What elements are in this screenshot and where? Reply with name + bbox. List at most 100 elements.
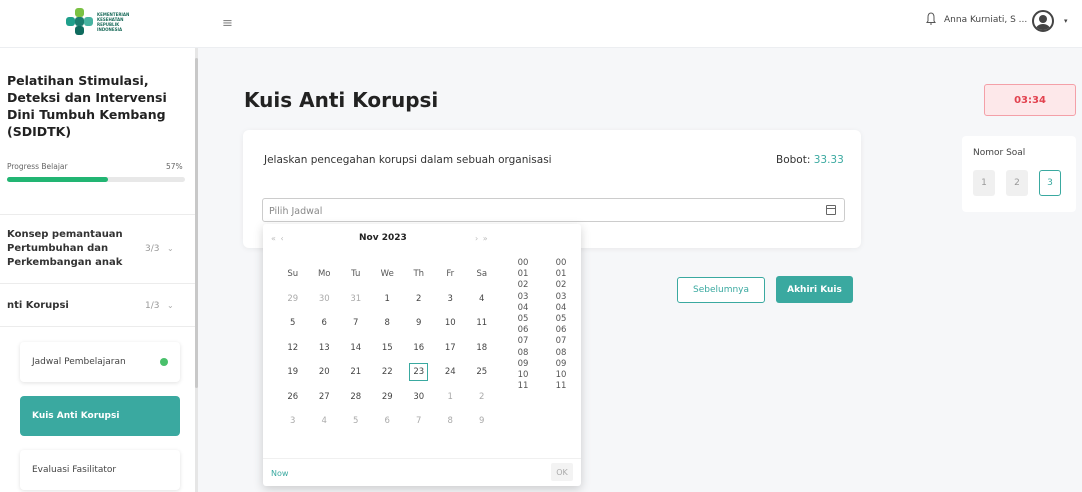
picker-day[interactable]: 3 [277,416,309,426]
sidebar-scrollbar[interactable] [195,58,198,388]
picker-day[interactable]: 4 [466,294,498,304]
sidebar-item-kuis-anti-korupsi[interactable]: Kuis Anti Korupsi [20,396,180,436]
picker-hour-option[interactable]: 06 [513,325,533,336]
picker-prev-nav-icon[interactable]: « ‹ [271,234,285,243]
picker-day-selected[interactable]: 23 [403,363,435,382]
module-konsep-pemantauan[interactable]: Konsep pemantauan Pertumbuhan dan Perkem… [7,228,187,270]
chevron-down-icon[interactable]: ⌄ [167,242,174,256]
picker-day[interactable]: 11 [466,318,498,328]
picker-day[interactable]: 3 [435,294,467,304]
module-anti-korupsi[interactable]: nti Korupsi 1/3 ⌄ [7,299,187,313]
picker-minute-option[interactable]: 10 [551,370,571,381]
picker-day[interactable]: 19 [277,367,309,377]
picker-hour-option[interactable]: 09 [513,359,533,370]
picker-hour-option[interactable]: 02 [513,280,533,291]
picker-day[interactable]: 24 [435,367,467,377]
calendar-icon[interactable] [826,205,836,215]
picker-day[interactable]: 2 [403,294,435,304]
picker-day[interactable]: 4 [309,416,341,426]
picker-day[interactable]: 29 [277,294,309,304]
picker-week-row: 26 27 28 29 30 1 2 [277,385,507,410]
picker-minute-option[interactable]: 03 [551,292,571,303]
picker-day[interactable]: 30 [309,294,341,304]
picker-day[interactable]: 15 [372,343,404,353]
picker-day[interactable]: 22 [372,367,404,377]
picker-day[interactable]: 21 [340,367,372,377]
picker-hour-option[interactable]: 00 [513,258,533,269]
picker-weekday-row: Su Mo Tu We Th Fr Sa [277,262,507,287]
schedule-date-input[interactable] [263,200,803,223]
picker-hour-option[interactable]: 04 [513,303,533,314]
picker-day[interactable]: 18 [466,343,498,353]
picker-now-button[interactable]: Now [271,469,288,478]
picker-day[interactable]: 9 [403,318,435,328]
picker-ok-button[interactable]: OK [551,463,573,481]
chevron-down-icon[interactable]: ⌄ [167,299,174,313]
question-number-button[interactable]: 1 [973,170,995,196]
end-quiz-button[interactable]: Akhiri Kuis [776,276,853,303]
picker-day[interactable]: 5 [340,416,372,426]
kemenkes-logo[interactable]: KEMENTERIAN KESEHATAN REPUBLIK INDONESIA [66,8,133,36]
picker-day[interactable]: 14 [340,343,372,353]
picker-hours-column[interactable]: 00 01 02 03 04 05 06 07 08 09 10 11 [513,258,533,392]
bell-icon[interactable] [926,12,936,26]
picker-minute-option[interactable]: 11 [551,381,571,392]
picker-hour-option[interactable]: 08 [513,348,533,359]
picker-day[interactable]: 13 [309,343,341,353]
picker-day[interactable]: 1 [435,392,467,402]
picker-day[interactable]: 1 [372,294,404,304]
picker-day[interactable]: 28 [340,392,372,402]
question-number-button-current[interactable]: 3 [1039,170,1061,196]
picker-day[interactable]: 16 [403,343,435,353]
picker-day[interactable]: 17 [435,343,467,353]
user-avatar-icon[interactable] [1032,10,1054,32]
picker-next-nav-icon[interactable]: › » [475,234,489,243]
picker-hour-option[interactable]: 01 [513,269,533,280]
picker-day[interactable]: 26 [277,392,309,402]
picker-minutes-column[interactable]: 00 01 02 03 04 05 06 07 08 09 10 11 [551,258,571,392]
picker-day[interactable]: 8 [435,416,467,426]
schedule-date-field[interactable] [262,198,845,223]
picker-day[interactable]: 5 [277,318,309,328]
picker-minute-option[interactable]: 07 [551,336,571,347]
sidebar-item-evaluasi-fasilitator[interactable]: Evaluasi Fasilitator [20,450,180,490]
picker-day[interactable]: 25 [466,367,498,377]
picker-minute-option[interactable]: 05 [551,314,571,325]
picker-hour-option[interactable]: 10 [513,370,533,381]
chevron-down-icon[interactable]: ▾ [1064,17,1068,25]
picker-hour-option[interactable]: 03 [513,292,533,303]
picker-day[interactable]: 6 [309,318,341,328]
picker-minute-option[interactable]: 00 [551,258,571,269]
picker-day[interactable]: 30 [403,392,435,402]
picker-day[interactable]: 27 [309,392,341,402]
picker-day[interactable]: 7 [403,416,435,426]
picker-minute-option[interactable]: 06 [551,325,571,336]
hamburger-icon[interactable]: ≡ [222,16,233,31]
user-name[interactable]: Anna Kurniati, S ... [944,15,1027,25]
sidebar-item-jadwal-pembelajaran[interactable]: Jadwal Pembelajaran [20,342,180,382]
picker-day[interactable]: 9 [466,416,498,426]
picker-day[interactable]: 2 [466,392,498,402]
picker-minute-option[interactable]: 01 [551,269,571,280]
picker-minute-option[interactable]: 04 [551,303,571,314]
picker-day[interactable]: 29 [372,392,404,402]
picker-day[interactable]: 7 [340,318,372,328]
picker-day[interactable]: 6 [372,416,404,426]
picker-hour-option[interactable]: 07 [513,336,533,347]
picker-day[interactable]: 10 [435,318,467,328]
picker-day[interactable]: 8 [372,318,404,328]
picker-day[interactable]: 20 [309,367,341,377]
picker-hour-option[interactable]: 05 [513,314,533,325]
picker-month-year[interactable]: Nov 2023 [359,233,407,243]
divider [0,283,195,284]
picker-minute-option[interactable]: 02 [551,280,571,291]
weekday-label: Su [287,269,299,280]
picker-week-row: 19 20 21 22 23 24 25 [277,360,507,385]
picker-hour-option[interactable]: 11 [513,381,533,392]
picker-day[interactable]: 31 [340,294,372,304]
question-number-button[interactable]: 2 [1006,170,1028,196]
picker-minute-option[interactable]: 09 [551,359,571,370]
previous-button[interactable]: Sebelumnya [677,277,765,303]
picker-day[interactable]: 12 [277,343,309,353]
picker-minute-option[interactable]: 08 [551,348,571,359]
